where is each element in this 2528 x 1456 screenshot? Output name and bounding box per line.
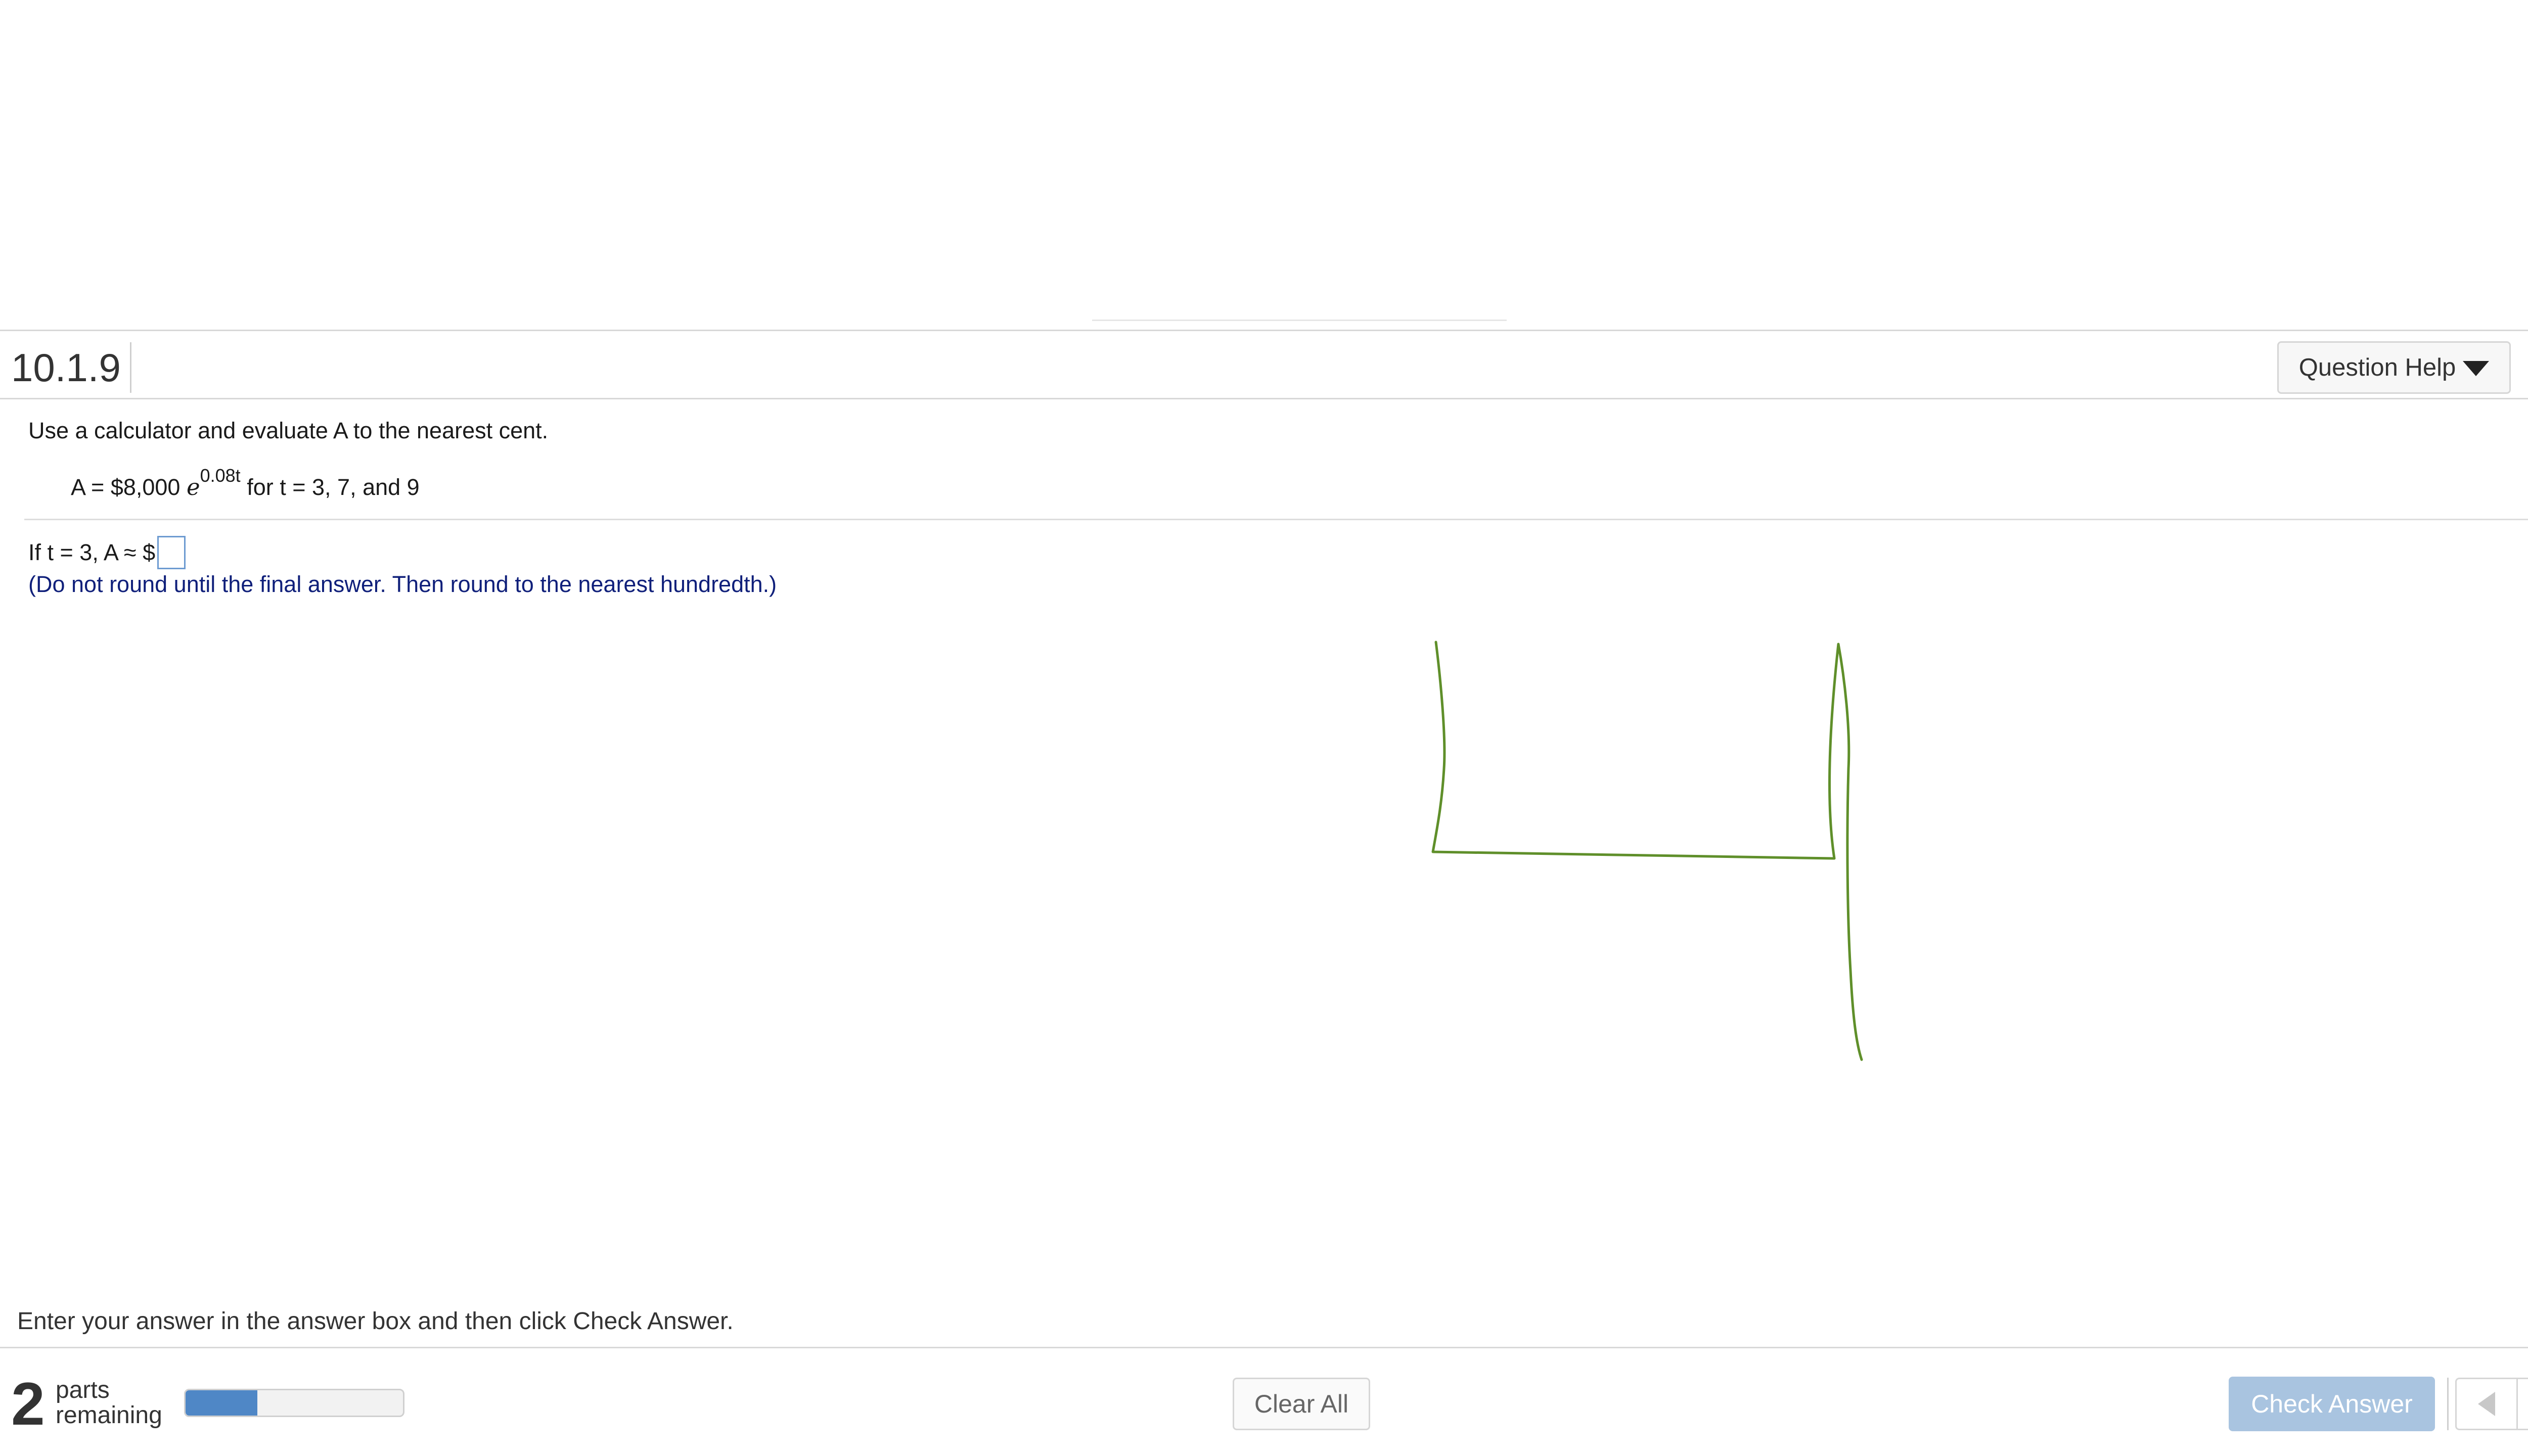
next-button[interactable] [2516, 1379, 2528, 1429]
progress-bar [184, 1389, 404, 1417]
answer-prompt: If t = 3, A ≈ $ [28, 539, 156, 565]
footer-bar: 2 parts remaining Clear All Check Answer [0, 1347, 2528, 1456]
content-divider [24, 519, 2528, 520]
caret-down-icon [2463, 361, 2490, 376]
parts-label-line2: remaining [56, 1402, 162, 1429]
question-navigation [2455, 1378, 2528, 1430]
check-answer-button[interactable]: Check Answer [2229, 1377, 2435, 1431]
previous-button[interactable] [2457, 1379, 2516, 1429]
question-help-button[interactable]: Question Help [2277, 341, 2511, 394]
formula-exponent: 0.08t [200, 465, 241, 486]
formula-base: e [186, 474, 200, 500]
rounding-hint: (Do not round until the final answer. Th… [28, 571, 777, 597]
answer-line: If t = 3, A ≈ $ [28, 536, 186, 569]
formula: A = $8,000 e0.08t for t = 3, 7, and 9 [71, 465, 420, 500]
parts-count: 2 [11, 1370, 45, 1438]
instruction-message: Enter your answer in the answer box and … [17, 1308, 734, 1335]
answer-input[interactable] [157, 536, 186, 569]
question-number: 10.1.9 [11, 342, 131, 393]
nav-separator [2447, 1378, 2449, 1430]
parts-remaining-label: parts remaining [56, 1378, 162, 1428]
arrow-left-icon [2477, 1392, 2495, 1416]
formula-suffix: for t = 3, 7, and 9 [247, 474, 420, 500]
question-help-label: Question Help [2298, 354, 2456, 381]
handwritten-scribble [1431, 641, 1863, 1061]
question-header: 10.1.9 Question Help [0, 330, 2528, 399]
parts-label-line1: parts [56, 1377, 110, 1403]
progress-fill [186, 1390, 257, 1416]
clear-all-button[interactable]: Clear All [1233, 1378, 1370, 1430]
formula-prefix: A = $8,000 [71, 474, 180, 500]
drag-grip[interactable] [1092, 320, 1507, 323]
question-instruction: Use a calculator and evaluate A to the n… [28, 418, 549, 443]
top-blank-area [0, 0, 2528, 329]
